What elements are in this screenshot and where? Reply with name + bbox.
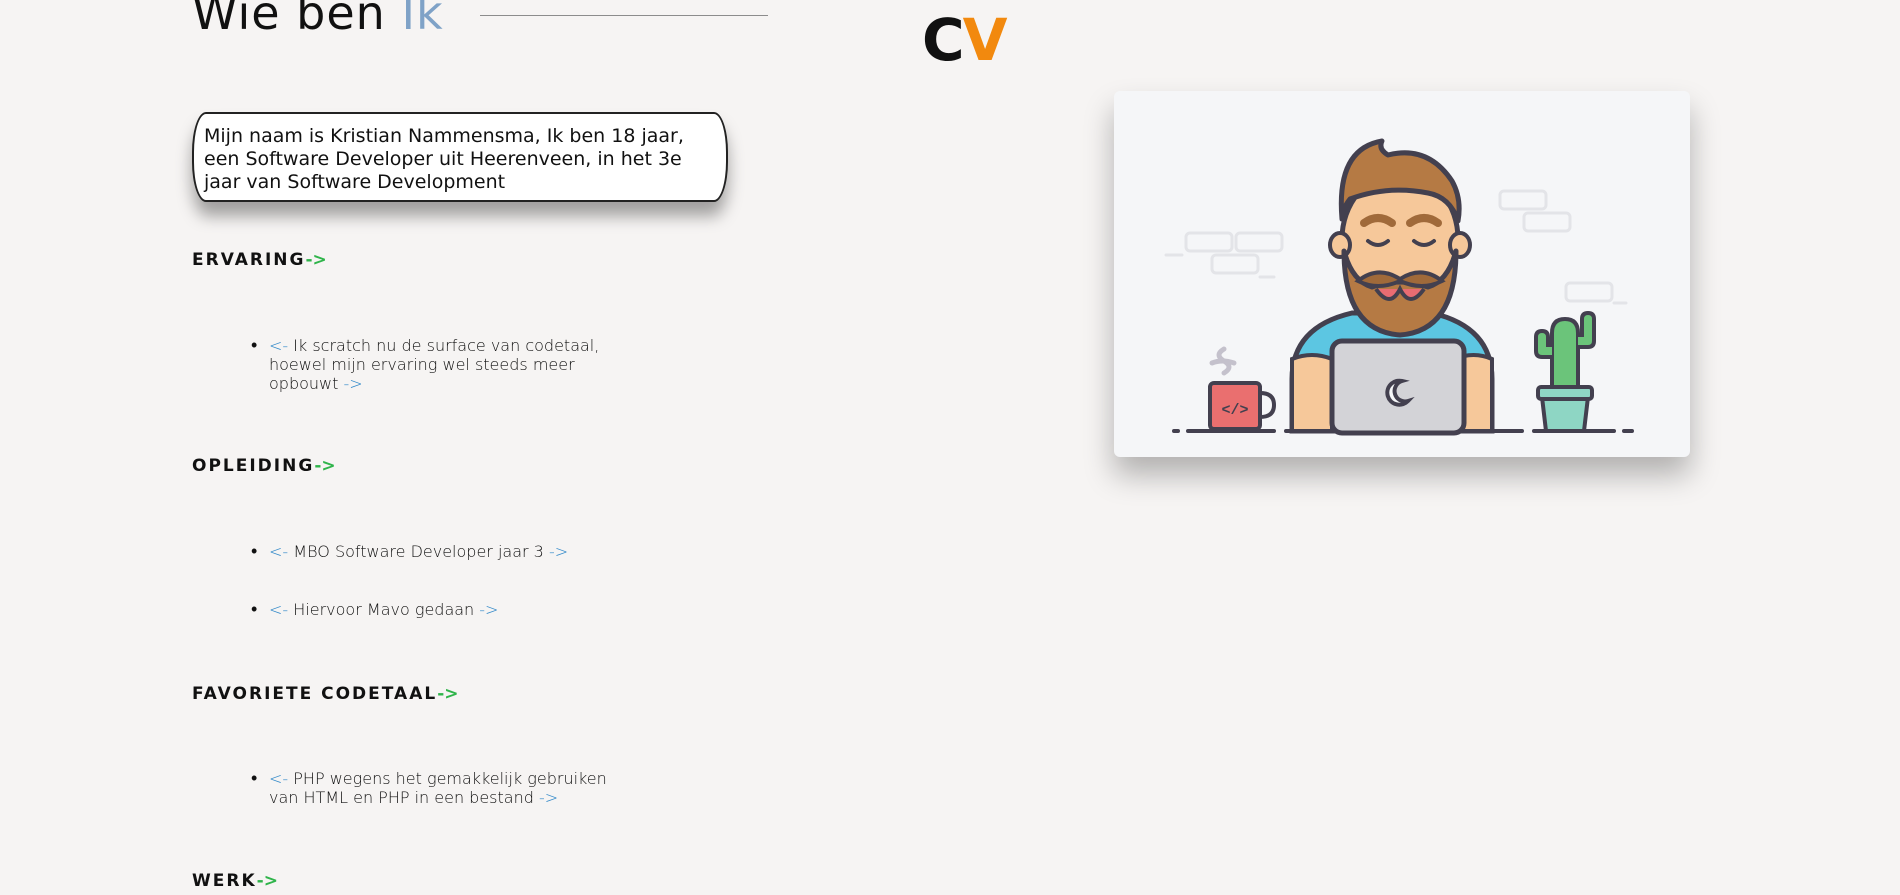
page: Wie ben Ik CV Mijn naam is Kristian Namm… xyxy=(0,0,1900,895)
section-heading-werk: WERK-> xyxy=(192,871,278,891)
open-arrow: <- xyxy=(269,600,289,619)
open-arrow: <- xyxy=(269,336,289,355)
close-arrow: -> xyxy=(479,600,499,619)
developer-at-laptop-illustration-icon: </> xyxy=(1164,138,1634,436)
close-arrow: -> xyxy=(548,542,569,561)
section-arrow: -> xyxy=(437,684,459,704)
section-title: OPLEIDING xyxy=(192,456,315,476)
section-arrow: -> xyxy=(314,456,336,476)
bullet-dot: • xyxy=(251,599,258,620)
section-arrow: -> xyxy=(305,250,327,270)
title-divider xyxy=(480,15,768,16)
mug-code-label: </> xyxy=(1221,402,1248,419)
logo-letter-c: C xyxy=(922,6,965,74)
list-item: • <- PHP wegens het gemakkelijk gebruiken… xyxy=(251,769,609,807)
section-title: ERVARING xyxy=(192,250,306,270)
cv-logo[interactable]: CV xyxy=(922,6,1008,74)
list-item: • <- Hiervoor Mavo gedaan -> xyxy=(251,600,609,619)
page-title-accent: Ik xyxy=(401,0,444,40)
logo-letter-v: V xyxy=(962,6,1008,74)
section-title: FAVORIETE CODETAAL xyxy=(192,684,438,704)
bullet-dot: • xyxy=(251,541,258,562)
section-title: WERK xyxy=(192,871,257,891)
bullet-dot: • xyxy=(251,768,258,789)
section-heading-opleiding: OPLEIDING-> xyxy=(192,456,336,476)
section-heading-codetaal: FAVORIETE CODETAAL-> xyxy=(192,684,459,704)
open-arrow: <- xyxy=(269,542,289,561)
list-item-text: Hiervoor Mavo gedaan xyxy=(288,600,480,619)
list-item: • <- MBO Software Developer jaar 3 -> xyxy=(251,542,609,561)
list-item-text: MBO Software Developer jaar 3 xyxy=(288,542,549,561)
open-arrow: <- xyxy=(269,769,289,788)
list-item: • <- Ik scratch nu de surface van codetaa… xyxy=(251,336,609,393)
close-arrow: -> xyxy=(343,374,363,393)
page-title-main: Wie ben xyxy=(192,0,402,40)
intro-text: Mijn naam is Kristian Nammensma, Ik ben … xyxy=(204,125,684,193)
bullet-dot: • xyxy=(251,335,258,356)
page-title: Wie ben Ik xyxy=(192,0,444,40)
close-arrow: -> xyxy=(538,788,559,807)
section-arrow: -> xyxy=(256,871,278,891)
developer-illustration-card: </> xyxy=(1114,91,1690,457)
intro-speech-bubble: Mijn naam is Kristian Nammensma, Ik ben … xyxy=(192,112,728,202)
section-heading-ervaring: ERVARING-> xyxy=(192,250,327,270)
list-item-text: Ik scratch nu de surface van codetaal, h… xyxy=(269,336,600,393)
